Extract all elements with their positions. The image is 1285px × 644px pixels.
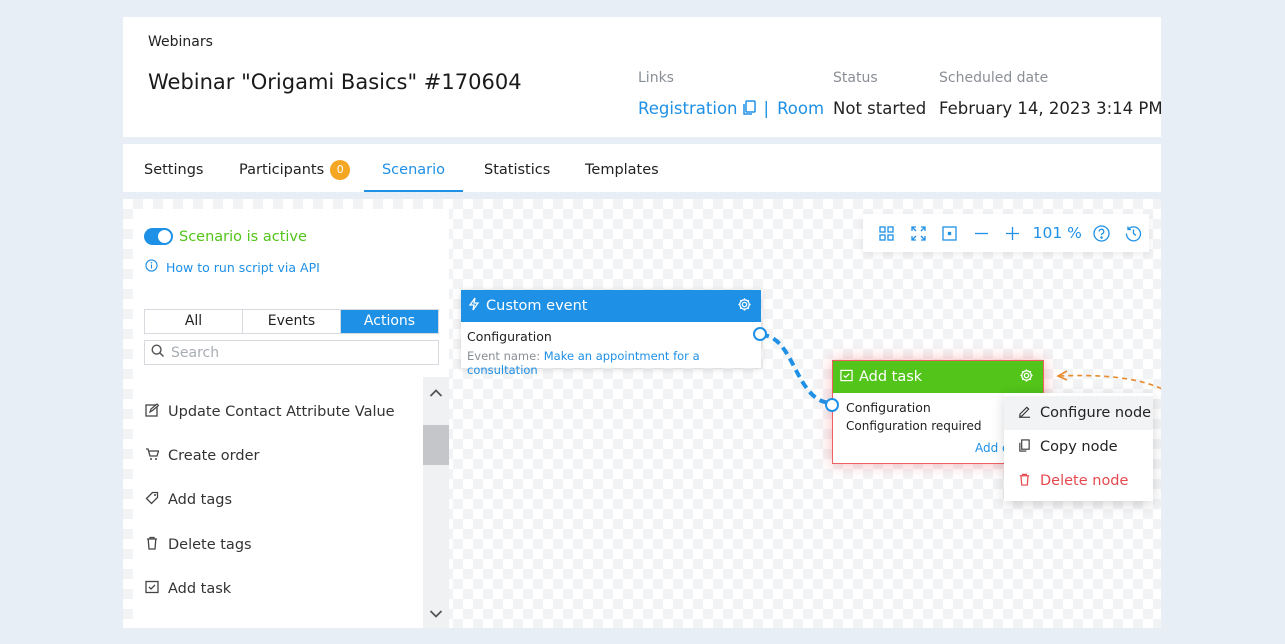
copy-node-menu-item[interactable]: Copy node (1004, 430, 1153, 464)
status-value: Not started (833, 99, 927, 118)
checkbox-icon (145, 580, 159, 598)
links-group: Registration | Room (638, 99, 824, 120)
grid-icon[interactable] (871, 214, 903, 252)
tab-label: Settings (144, 162, 204, 178)
lightning-icon (468, 297, 480, 315)
zoom-in-icon[interactable] (997, 214, 1029, 252)
filter-actions[interactable]: Actions (341, 310, 438, 333)
scenario-canvas[interactable]: Scenario is active How to run script via… (123, 199, 1161, 628)
list-item[interactable]: Add tags (145, 491, 232, 509)
node-title: Add task (859, 369, 923, 385)
links-label: Links (638, 70, 674, 86)
page-title: Webinar "Origami Basics" #170604 (148, 70, 522, 94)
trash-icon (145, 536, 159, 554)
node-header: Custom event (461, 290, 761, 322)
list-item-label: Create order (168, 448, 260, 464)
pencil-icon (1018, 405, 1031, 422)
list-item[interactable]: Add task (145, 580, 231, 598)
canvas-toolbar: 101 % (863, 214, 1149, 252)
filter-segmented-control: All Events Actions (144, 309, 439, 334)
list-scrollbar[interactable] (423, 377, 449, 628)
tag-icon (145, 491, 159, 509)
tab-label: Scenario (381, 162, 446, 178)
node-context-menu: Configure node Copy node Delete node (1004, 393, 1153, 501)
tab-bar: Settings Participants 0 Scenario Statisti… (123, 144, 1161, 192)
scheduled-date-label: Scheduled date (939, 70, 1049, 86)
search-box (144, 340, 439, 365)
trash-icon (1018, 473, 1031, 490)
list-item[interactable]: Delete tags (145, 536, 252, 554)
menu-item-label: Copy node (1040, 439, 1118, 455)
api-help-label: How to run script via API (166, 259, 320, 275)
menu-item-label: Delete node (1040, 473, 1129, 489)
scheduled-date-value: February 14, 2023 3:14 PM (939, 99, 1163, 118)
tab-label: Templates (585, 162, 659, 178)
zoom-level: 101 % (1032, 224, 1082, 242)
chevron-down-icon[interactable] (429, 604, 443, 623)
output-port[interactable] (753, 327, 767, 341)
custom-event-node[interactable]: Custom event Configuration Event name: M… (461, 290, 767, 377)
annotation-arrowhead (1056, 370, 1068, 381)
registration-link[interactable]: Registration (638, 99, 738, 118)
tab-templates[interactable]: Templates (585, 144, 659, 192)
fit-screen-icon[interactable] (903, 214, 935, 252)
webinar-header: Webinars Webinar "Origami Basics" #17060… (123, 17, 1163, 137)
help-icon[interactable] (1086, 214, 1118, 252)
copy-icon[interactable] (742, 100, 756, 120)
api-help-link[interactable]: How to run script via API (145, 259, 320, 275)
breadcrumb[interactable]: Webinars (148, 34, 213, 50)
node-connection-line (760, 333, 833, 405)
list-item-label: Delete tags (168, 537, 252, 553)
search-input[interactable] (171, 344, 431, 361)
scenario-active-toggle[interactable] (144, 228, 173, 245)
selection-icon[interactable] (934, 214, 966, 252)
delete-node-menu-item[interactable]: Delete node (1004, 464, 1153, 498)
participants-count-badge: 0 (330, 160, 351, 180)
scenario-active-label: Scenario is active (179, 229, 307, 245)
node-config-detail: Event name: Make an appointment for a co… (467, 349, 755, 377)
history-icon[interactable] (1117, 214, 1149, 252)
checkbox-icon (840, 369, 853, 386)
tab-scenario[interactable]: Scenario (364, 144, 463, 192)
tab-participants[interactable]: Participants 0 (239, 144, 351, 192)
tab-label: Statistics (484, 162, 551, 178)
actions-panel: Scenario is active How to run script via… (133, 209, 449, 628)
tab-label: Participants (239, 162, 325, 178)
tab-settings[interactable]: Settings (144, 144, 203, 192)
chevron-up-icon[interactable] (429, 383, 443, 402)
status-label: Status (833, 70, 878, 86)
node-header: Add task (833, 361, 1043, 393)
list-item[interactable]: Create order (145, 447, 259, 465)
edit-icon (145, 403, 160, 421)
list-item[interactable]: Update Contact Attribute Value (145, 403, 395, 421)
search-icon (151, 343, 165, 362)
list-item-label: Add task (168, 581, 232, 597)
tab-statistics[interactable]: Statistics (484, 144, 550, 192)
list-item-label: Update Contact Attribute Value (168, 404, 395, 420)
copy-icon (1018, 438, 1031, 456)
input-port[interactable] (825, 398, 839, 412)
gear-icon[interactable] (737, 297, 752, 316)
gear-icon[interactable] (1019, 368, 1034, 387)
node-body: Configuration Event name: Make an appoin… (461, 322, 761, 384)
filter-all[interactable]: All (145, 310, 243, 333)
scrollbar-thumb[interactable] (423, 425, 449, 465)
event-name-label: Event name: (467, 349, 541, 363)
menu-item-label: Configure node (1040, 405, 1152, 421)
node-config-title: Configuration (467, 329, 552, 344)
cart-icon (145, 447, 160, 465)
filter-events[interactable]: Events (243, 310, 341, 333)
configure-node-menu-item[interactable]: Configure node (1004, 396, 1153, 430)
link-separator: | (763, 99, 770, 118)
info-icon (145, 259, 158, 275)
list-item-label: Add tags (168, 492, 233, 508)
node-title: Custom event (486, 298, 588, 314)
room-link[interactable]: Room (777, 99, 824, 118)
zoom-out-icon[interactable] (966, 214, 998, 252)
